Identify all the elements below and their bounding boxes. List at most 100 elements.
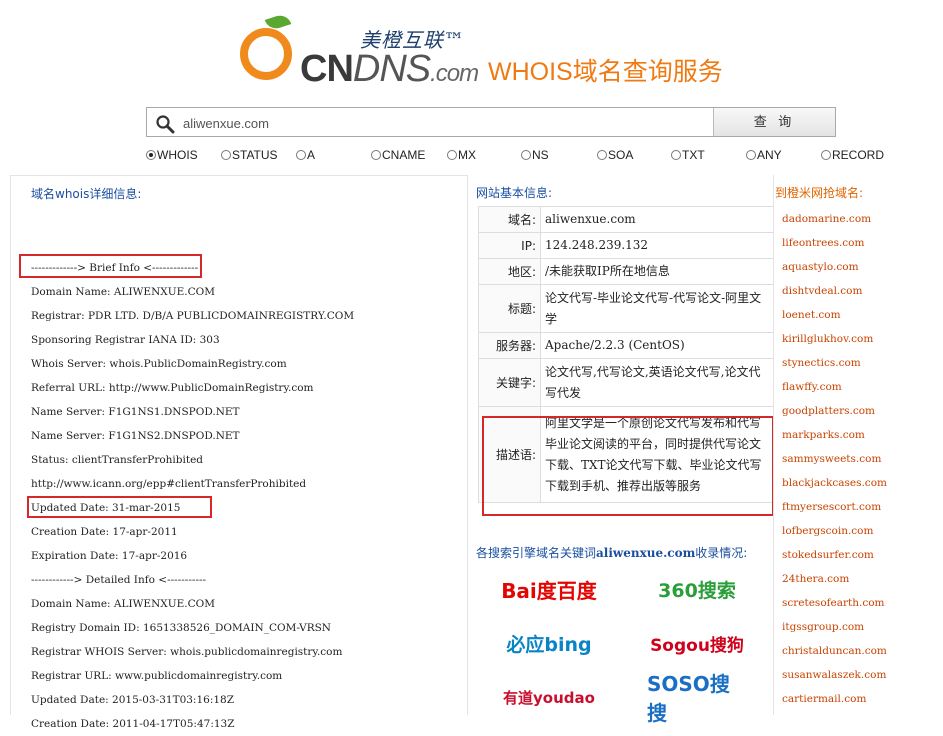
- grab-domain-link[interactable]: dishtvdeal.com: [782, 279, 887, 303]
- radio-button-icon[interactable]: [447, 150, 457, 160]
- whois-line: Registrar: PDR LTD. D/B/A PUBLICDOMAINRE…: [31, 310, 355, 322]
- site-info-value: 论文代写,代写论文,英语论文代写,论文代写代发: [540, 358, 774, 407]
- whois-heading: 域名whois详细信息:: [31, 187, 142, 201]
- grab-domain-link[interactable]: lofbergscoin.com: [782, 519, 887, 543]
- radio-status[interactable]: STATUS: [221, 148, 278, 162]
- search-engine-logo[interactable]: SOSO搜搜: [647, 672, 747, 725]
- site-info-key: 服务器:: [478, 332, 541, 359]
- engine-heading-suffix: 收录情况:: [695, 546, 748, 560]
- grab-domain-link[interactable]: dadomarine.com: [782, 207, 887, 231]
- search-engine-logo[interactable]: 有道youdao: [499, 675, 599, 719]
- grab-domain-link[interactable]: kirillglukhov.com: [782, 327, 887, 351]
- radio-cname[interactable]: CNAME: [371, 148, 425, 162]
- radio-button-icon[interactable]: [671, 150, 681, 160]
- grab-domain-link[interactable]: aquastylo.com: [782, 255, 887, 279]
- radio-soa[interactable]: SOA: [597, 148, 633, 162]
- grab-domain-link[interactable]: stynectics.com: [782, 351, 887, 375]
- grab-domain-link[interactable]: lifeontrees.com: [782, 231, 887, 255]
- site-info-key: 标题:: [478, 284, 541, 333]
- search-bar: 查 询: [146, 107, 836, 137]
- brand-com-part: .com: [430, 60, 479, 87]
- grab-domain-link[interactable]: 24thera.com: [782, 567, 887, 591]
- whois-line: Registrar WHOIS Server: whois.publicdoma…: [31, 646, 343, 658]
- radio-record[interactable]: RECORD: [821, 148, 884, 162]
- record-type-options: WHOIS STATUS A CNAME MX NS SOA TXT ANY RECORD: [0, 148, 943, 164]
- engine-heading-prefix: 各搜索引擎域名关键词: [476, 546, 597, 560]
- radio-button-icon[interactable]: [371, 150, 381, 160]
- radio-label: CNAME: [382, 148, 426, 162]
- grab-domain-link[interactable]: christalduncan.com: [782, 639, 887, 663]
- site-info-value: /未能获取IP所在地信息: [540, 258, 774, 285]
- search-engine-logo[interactable]: Bai度百度: [499, 567, 599, 611]
- whois-line: Registrar URL: www.publicdomainregistry.…: [31, 670, 283, 682]
- cndns-logo[interactable]: 美橙互联™ CNDNS.com: [238, 10, 498, 90]
- radio-label: RECORD: [832, 148, 885, 162]
- grab-domain-link[interactable]: cartiermail.com: [782, 687, 887, 711]
- radio-label: SOA: [608, 148, 634, 162]
- grab-domain-link[interactable]: loenet.com: [782, 303, 887, 327]
- search-engine-logo[interactable]: 必应bing: [499, 621, 599, 665]
- radio-button-icon[interactable]: [821, 150, 831, 160]
- whois-line: Name Server: F1G1NS2.DNSPOD.NET: [31, 430, 240, 442]
- whois-line: Updated Date: 2015-03-31T03:16:18Z: [31, 694, 235, 706]
- radio-a[interactable]: A: [296, 148, 315, 162]
- grab-domain-link[interactable]: markparks.com: [782, 423, 887, 447]
- radio-label: WHOIS: [157, 148, 198, 162]
- site-info-value: 124.248.239.132: [540, 232, 774, 259]
- grab-domain-link[interactable]: scretesofearth.com: [782, 591, 887, 615]
- radio-label: NS: [532, 148, 549, 162]
- site-info-key: IP:: [478, 232, 541, 259]
- site-info-key: 域名:: [478, 206, 541, 233]
- radio-any[interactable]: ANY: [746, 148, 782, 162]
- site-info-row: 域名: aliwenxue.com: [478, 206, 774, 233]
- grab-domain-link[interactable]: ftmyersescort.com: [782, 495, 887, 519]
- whois-line: http://www.icann.org/epp#clientTransferP…: [31, 478, 307, 490]
- whois-line: Domain Name: ALIWENXUE.COM: [31, 286, 215, 298]
- radio-button-icon[interactable]: [296, 150, 306, 160]
- grab-domain-link[interactable]: goodplatters.com: [782, 399, 887, 423]
- grab-domain-link[interactable]: susanwalaszek.com: [782, 663, 887, 687]
- query-button[interactable]: 查 询: [713, 108, 835, 136]
- radio-button-icon[interactable]: [221, 150, 231, 160]
- radio-txt[interactable]: TXT: [671, 148, 705, 162]
- search-engine-logo[interactable]: 360搜索: [647, 567, 747, 611]
- search-engine-logo[interactable]: Sogou搜狗: [647, 621, 747, 665]
- radio-label: STATUS: [232, 148, 278, 162]
- page-title: WHOIS域名查询服务: [488, 58, 723, 86]
- site-info-row: IP: 124.248.239.132: [478, 232, 774, 259]
- brand-wordmark: CNDNS.com: [300, 48, 479, 91]
- radio-button-icon[interactable]: [146, 150, 156, 160]
- engine-heading: 各搜索引擎域名关键词aliwenxue.com收录情况:: [476, 544, 747, 561]
- domain-search-input[interactable]: [181, 109, 715, 137]
- whois-line: ------------> Detailed Info <-----------: [31, 574, 207, 586]
- radio-button-icon[interactable]: [746, 150, 756, 160]
- radio-whois[interactable]: WHOIS: [146, 148, 198, 162]
- grab-domain-link[interactable]: flawffy.com: [782, 375, 887, 399]
- grab-domain-link[interactable]: stokedsurfer.com: [782, 543, 887, 567]
- whois-line: Referral URL: http://www.PublicDomainReg…: [31, 382, 314, 394]
- site-info-value: 论文代写-毕业论文代写-代写论文-阿里文学: [540, 284, 774, 333]
- radio-ns[interactable]: NS: [521, 148, 549, 162]
- grab-domain-link[interactable]: itgssgroup.com: [782, 615, 887, 639]
- radio-button-icon[interactable]: [597, 150, 607, 160]
- whois-line: Creation Date: 2011-04-17T05:47:13Z: [31, 718, 235, 730]
- domain-name-highlight: [19, 254, 202, 278]
- grab-domain-link[interactable]: blackjackcases.com: [782, 471, 887, 495]
- whois-text: -------------> Brief Info <-------------…: [31, 232, 354, 736]
- site-info-value: aliwenxue.com: [540, 206, 774, 233]
- brand-dns-part: DNS: [352, 48, 431, 90]
- site-info-row: 服务器: Apache/2.2.3 (CentOS): [478, 332, 774, 359]
- whois-line: Status: clientTransferProhibited: [31, 454, 204, 466]
- whois-line: Registry Domain ID: 1651338526_DOMAIN_CO…: [31, 622, 331, 634]
- engine-heading-domain: aliwenxue.com: [596, 546, 696, 560]
- radio-mx[interactable]: MX: [447, 148, 476, 162]
- radio-button-icon[interactable]: [521, 150, 531, 160]
- grab-domain-link[interactable]: sammysweets.com: [782, 447, 887, 471]
- site-info-heading: 网站基本信息:: [476, 186, 553, 200]
- radio-label: ANY: [757, 148, 782, 162]
- whois-line: Expiration Date: 17-apr-2016: [31, 550, 188, 562]
- whois-line: Domain Name: ALIWENXUE.COM: [31, 598, 215, 610]
- site-info-row: 关键字: 论文代写,代写论文,英语论文代写,论文代写代发: [478, 358, 774, 407]
- grab-heading: 到橙米网抢域名:: [775, 186, 864, 200]
- creation-date-highlight: [27, 496, 212, 518]
